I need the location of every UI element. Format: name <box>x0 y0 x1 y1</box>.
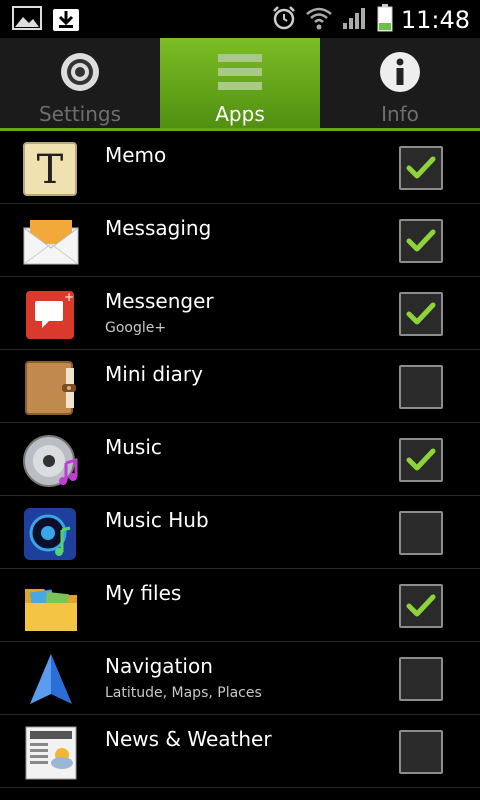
tab-info[interactable]: Info <box>320 38 480 131</box>
alarm-icon <box>271 5 297 35</box>
svg-text:+: + <box>64 290 74 304</box>
diary-icon <box>22 360 80 416</box>
status-clock: 11:48 <box>400 6 470 34</box>
battery-icon <box>377 4 393 36</box>
app-checkbox[interactable] <box>399 219 443 263</box>
tab-settings[interactable]: Settings <box>0 38 160 131</box>
app-checkbox[interactable] <box>399 584 443 628</box>
app-name: Messaging <box>105 216 212 240</box>
app-name: News & Weather <box>105 727 272 751</box>
tab-apps[interactable]: Apps <box>160 38 320 131</box>
navigation-arrow-icon <box>22 652 80 708</box>
app-checkbox[interactable] <box>399 292 443 336</box>
list-item-memo[interactable]: T Memo <box>0 131 480 204</box>
list-icon <box>218 50 262 94</box>
music-hub-icon <box>22 506 80 562</box>
wifi-icon <box>305 5 333 35</box>
status-bar: 11:48 <box>0 0 480 38</box>
app-name: Messenger <box>105 289 214 313</box>
tab-info-label: Info <box>381 102 419 126</box>
list-item-news-weather[interactable]: News & Weather <box>0 715 480 788</box>
list-item-my-files[interactable]: My files <box>0 569 480 642</box>
app-checkbox[interactable] <box>399 657 443 701</box>
app-name: Music <box>105 435 162 459</box>
newspaper-icon <box>22 725 80 781</box>
app-subtitle: Latitude, Maps, Places <box>105 685 262 701</box>
memo-icon: T <box>22 141 80 197</box>
tab-bar: Settings Apps Info <box>0 38 480 131</box>
list-item-music[interactable]: Music <box>0 423 480 496</box>
gear-icon <box>58 50 102 94</box>
signal-icon <box>341 5 369 35</box>
list-item-mini-diary[interactable]: Mini diary <box>0 350 480 423</box>
app-checkbox[interactable] <box>399 511 443 555</box>
info-icon <box>378 50 422 94</box>
list-item-messenger[interactable]: + Messenger Google+ <box>0 277 480 350</box>
app-name: Music Hub <box>105 508 209 532</box>
app-checkbox[interactable] <box>399 730 443 774</box>
app-list: T Memo Messaging + Messenger Google+ Min… <box>0 131 480 788</box>
app-name: Memo <box>105 143 167 167</box>
tab-settings-label: Settings <box>38 102 122 126</box>
app-checkbox[interactable] <box>399 146 443 190</box>
music-disc-icon <box>22 433 80 489</box>
messenger-icon: + <box>22 287 80 343</box>
app-checkbox[interactable] <box>399 365 443 409</box>
envelope-icon <box>22 214 80 270</box>
folder-icon <box>22 579 80 635</box>
app-checkbox[interactable] <box>399 438 443 482</box>
list-item-messaging[interactable]: Messaging <box>0 204 480 277</box>
app-name: My files <box>105 581 182 605</box>
svg-text:T: T <box>37 147 64 193</box>
gallery-notification-icon[interactable] <box>12 5 42 37</box>
app-subtitle: Google+ <box>105 320 167 336</box>
list-item-navigation[interactable]: Navigation Latitude, Maps, Places <box>0 642 480 715</box>
tab-apps-label: Apps <box>215 102 265 126</box>
app-name: Mini diary <box>105 362 203 386</box>
download-notification-icon[interactable] <box>52 5 80 37</box>
app-name: Navigation <box>105 654 213 678</box>
list-item-music-hub[interactable]: Music Hub <box>0 496 480 569</box>
